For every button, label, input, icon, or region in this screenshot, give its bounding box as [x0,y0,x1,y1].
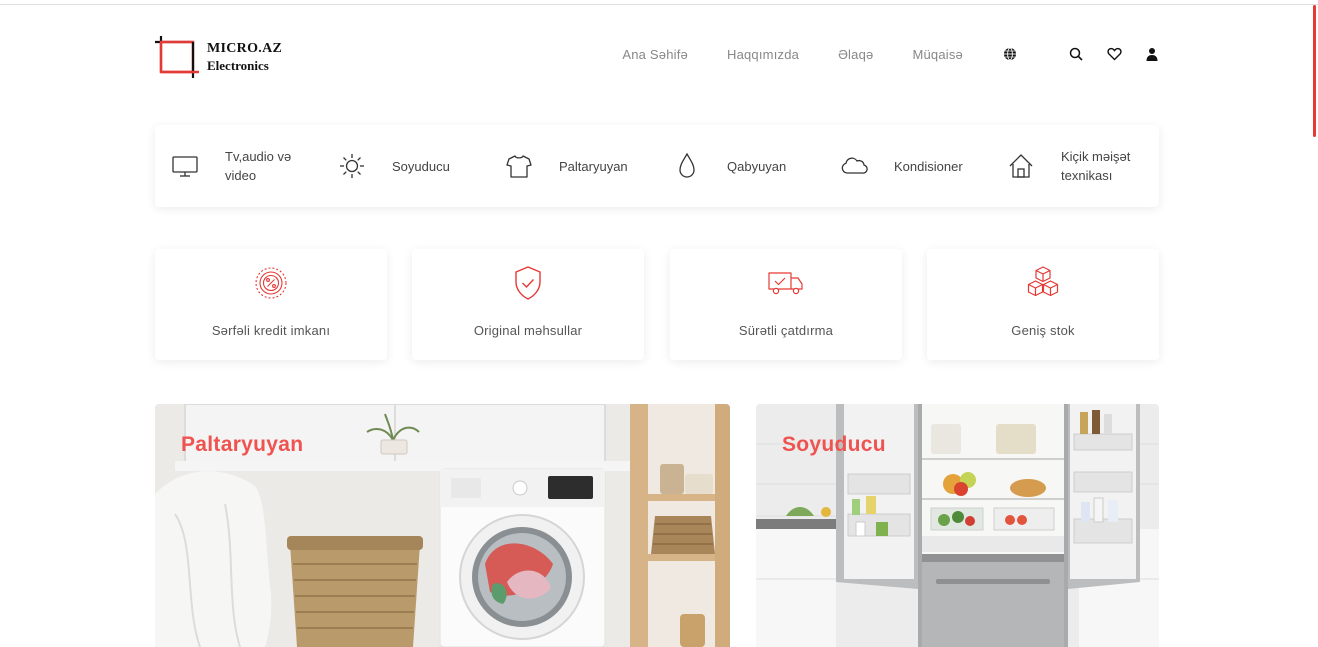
search-icon[interactable] [1068,46,1084,62]
banner-refrigerator[interactable]: Soyuducu [756,404,1159,647]
logo-text: MICRO.AZ Electronics [207,40,282,74]
feature-label: Original məhsullar [473,323,583,338]
nav-home[interactable]: Ana Səhifə [622,47,688,62]
home-icon [1007,152,1035,180]
shield-check-icon [510,265,546,301]
logo[interactable]: MICRO.AZ Electronics [155,36,295,78]
top-divider [0,4,1318,5]
drop-icon [673,152,701,180]
nav-about[interactable]: Haqqımızda [727,47,799,62]
nav-contact[interactable]: Əlaqə [838,47,873,62]
shirt-icon [505,152,533,180]
sun-icon [338,152,366,180]
logo-icon [155,36,199,78]
logo-line1: MICRO.AZ [207,41,283,56]
logo-line2: Electronics [207,58,269,73]
category-label: Qabyuyan [727,158,787,174]
category-small-appliances[interactable]: Kiçik məişət texnikası [1007,125,1151,207]
percent-badge-icon [253,265,289,301]
category-label: Kondisioner [894,158,963,174]
user-icon[interactable] [1144,46,1160,62]
feature-label: Geniş stok [1011,323,1075,338]
header: MICRO.AZ Electronics Ana Səhifə Haqqımız… [155,36,1160,78]
cloud-icon [840,152,868,180]
category-refrigerator[interactable]: Soyuducu [338,125,450,207]
nav-compare[interactable]: Müqaisə [912,47,963,62]
banner-washing-machine[interactable]: Paltaryuyan [155,404,730,647]
globe-icon[interactable] [1002,46,1018,62]
main-nav: Ana Səhifə Haqqımızda Əlaqə Müqaisə [622,36,1160,72]
category-tv-audio[interactable]: Tv,audio və video [171,125,305,207]
feature-label: Sərfəli kredit imkanı [211,323,331,338]
category-label: Tv,audio və video [225,149,292,183]
category-dishwasher[interactable]: Qabyuyan [673,125,786,207]
feature-stock: Geniş stok [927,249,1159,360]
boxes-icon [1025,265,1061,301]
feature-credit: Sərfəli kredit imkanı [155,249,387,360]
scrollbar[interactable] [1313,5,1316,137]
delivery-truck-icon [768,265,804,301]
feature-delivery: Sürətli çatdırma [670,249,902,360]
category-label: Kiçik məişət texnikası [1061,149,1131,183]
category-washing-machine[interactable]: Paltaryuyan [505,125,628,207]
tv-icon [171,152,199,180]
category-label: Paltaryuyan [559,158,628,174]
category-label: Soyuducu [392,158,450,174]
banner-title: Paltaryuyan [181,433,304,456]
feature-original: Original məhsullar [412,249,644,360]
category-bar: Tv,audio və video Soyuducu Paltaryuyan Q… [155,125,1159,207]
banner-title: Soyuducu [782,433,886,456]
feature-label: Sürətli çatdırma [738,323,834,338]
heart-icon[interactable] [1106,46,1122,62]
category-air-conditioner[interactable]: Kondisioner [840,125,963,207]
